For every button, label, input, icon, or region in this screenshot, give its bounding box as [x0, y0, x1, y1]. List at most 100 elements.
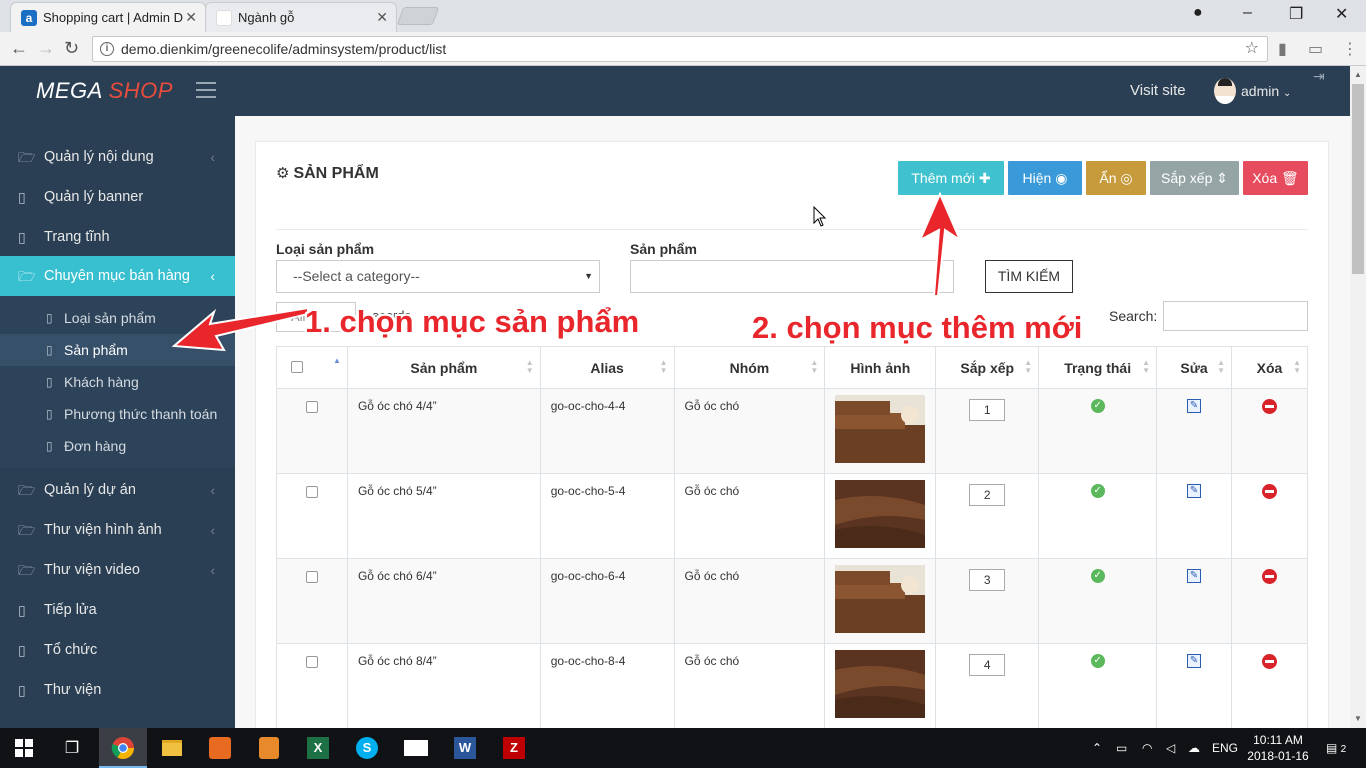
scroll-down-icon[interactable]: ▼: [1354, 714, 1362, 723]
menu-icon[interactable]: ⋮: [1342, 39, 1358, 59]
close-tab-icon[interactable]: ✕: [376, 9, 388, 26]
order-input[interactable]: 3: [969, 569, 1006, 591]
col-group[interactable]: Nhóm ▲ ▼: [673, 346, 826, 389]
close-window-icon[interactable]: ✕: [1335, 4, 1348, 24]
product-search-input[interactable]: [630, 260, 954, 293]
sidebar-item-projects[interactable]: 🗁 Quản lý dự án ‹: [0, 470, 235, 510]
restore-icon[interactable]: ❐: [1289, 4, 1303, 24]
delete-icon[interactable]: [1262, 484, 1277, 499]
sidebar-item-video[interactable]: 🗁 Thư viện video ‹: [0, 550, 235, 590]
sidebar-subitem-orders[interactable]: ▯ Đơn hàng: [0, 430, 235, 462]
scroll-up-icon[interactable]: ▲: [1354, 70, 1362, 79]
excel-taskbar-button[interactable]: X: [294, 728, 342, 768]
row-checkbox[interactable]: [305, 571, 318, 583]
sidebar-item-gallery[interactable]: 🗁 Thư viện hình ảnh ‹: [0, 510, 235, 550]
address-bar[interactable]: i demo.dienkim/greenecolife/adminsystem/…: [92, 36, 1268, 62]
info-icon[interactable]: i: [100, 42, 114, 56]
delete-icon[interactable]: [1262, 399, 1277, 414]
clock[interactable]: 10:11 AM 2018-01-16: [1244, 732, 1312, 764]
col-image[interactable]: Hình ảnh: [824, 346, 937, 389]
cloud-upload-icon[interactable]: ☁: [1188, 728, 1200, 768]
delete-icon[interactable]: [1262, 654, 1277, 669]
sidebar-item-content[interactable]: 🗁 Quản lý nội dung ‹: [0, 137, 235, 177]
show-button[interactable]: Hiện ◉: [1008, 161, 1082, 195]
sidebar-item-organization[interactable]: ▯ Tổ chức: [0, 630, 235, 670]
col-status[interactable]: Trạng thái ▲ ▼: [1038, 346, 1158, 389]
col-alias[interactable]: Alias ▲ ▼: [539, 346, 675, 389]
bookmark-star-icon[interactable]: ☆: [1245, 37, 1259, 61]
app-taskbar-button[interactable]: [196, 728, 244, 768]
col-delete[interactable]: Xóa ▲ ▼: [1231, 346, 1308, 389]
close-tab-icon[interactable]: ✕: [185, 9, 197, 26]
extension-icon[interactable]: ▮: [1278, 39, 1287, 59]
sidebar-item-fire[interactable]: ▯ Tiếp lửa: [0, 590, 235, 630]
edit-icon[interactable]: ✎: [1187, 399, 1202, 413]
scrollbar-thumb[interactable]: [1352, 84, 1364, 274]
search-button[interactable]: TÌM KIẾM: [985, 260, 1073, 293]
sidebar-subitem-customer[interactable]: ▯ Khách hàng: [0, 366, 235, 398]
menu-toggle-icon[interactable]: [196, 82, 216, 103]
product-thumbnail[interactable]: [835, 650, 926, 718]
explorer-taskbar-button[interactable]: [148, 728, 196, 768]
order-input[interactable]: 2: [969, 484, 1006, 506]
table-search-input[interactable]: [1163, 301, 1308, 331]
chrome-taskbar-button[interactable]: [99, 728, 147, 768]
back-icon[interactable]: ←: [10, 38, 28, 59]
status-active-icon[interactable]: ✓: [1090, 569, 1105, 583]
edit-icon[interactable]: ✎: [1187, 569, 1202, 583]
row-checkbox[interactable]: [305, 656, 318, 668]
status-active-icon[interactable]: ✓: [1090, 654, 1105, 668]
tab-shopping-cart[interactable]: a Shopping cart | Admin D ✕: [10, 2, 206, 32]
product-thumbnail[interactable]: [835, 395, 926, 463]
wifi-icon[interactable]: ◠: [1142, 728, 1152, 768]
sublime-taskbar-button[interactable]: [245, 728, 293, 768]
delete-icon[interactable]: [1262, 569, 1277, 584]
minimize-icon[interactable]: –: [1243, 4, 1252, 22]
sidebar-item-sales[interactable]: 🗁 Chuyên mục bán hàng ‹: [0, 256, 235, 296]
user-menu[interactable]: admin ⌄: [1241, 83, 1291, 99]
task-view-button[interactable]: ❐: [48, 728, 96, 768]
notification-icon[interactable]: ▤ 2: [1326, 728, 1346, 768]
sort-button[interactable]: Sắp xếp ⇕: [1150, 161, 1239, 195]
language-indicator[interactable]: ENG: [1212, 728, 1238, 768]
row-checkbox[interactable]: [305, 486, 318, 498]
skype-taskbar-button[interactable]: S: [343, 728, 391, 768]
tray-chevron-icon[interactable]: ⌃: [1092, 728, 1102, 768]
filezilla-taskbar-button[interactable]: Z: [490, 728, 538, 768]
product-thumbnail[interactable]: [835, 480, 926, 548]
hide-button[interactable]: Ẩn ◎: [1086, 161, 1146, 195]
volume-icon[interactable]: ◁: [1166, 728, 1175, 768]
order-input[interactable]: 4: [969, 654, 1006, 676]
delete-button[interactable]: Xóa 🗑: [1243, 161, 1308, 195]
new-tab-button[interactable]: [396, 7, 440, 25]
edit-icon[interactable]: ✎: [1187, 484, 1202, 498]
page-scrollbar[interactable]: ▲ ▼: [1350, 66, 1366, 728]
status-active-icon[interactable]: ✓: [1090, 484, 1105, 498]
product-thumbnail[interactable]: [835, 565, 926, 633]
status-active-icon[interactable]: ✓: [1090, 399, 1105, 413]
sidebar-subitem-payment[interactable]: ▯ Phương thức thanh toán: [0, 398, 235, 430]
sidebar-item-library[interactable]: ▯ Thư viện: [0, 670, 235, 710]
tab-nganh-go[interactable]: Ngành gỗ ✕: [205, 2, 397, 32]
reload-icon[interactable]: ↻: [64, 38, 79, 59]
start-button[interactable]: [0, 728, 48, 768]
col-order[interactable]: Sắp xếp ▲ ▼: [935, 346, 1040, 389]
avatar[interactable]: [1214, 78, 1236, 104]
profile-icon[interactable]: ●: [1193, 4, 1203, 22]
battery-icon[interactable]: ▭: [1116, 728, 1127, 768]
select-all-checkbox[interactable]: [291, 361, 303, 373]
cast-icon[interactable]: ▭: [1308, 39, 1323, 59]
visit-site-link[interactable]: Visit site: [1130, 82, 1186, 99]
order-input[interactable]: 1: [969, 399, 1006, 421]
edit-icon[interactable]: ✎: [1187, 654, 1202, 668]
add-new-button[interactable]: Thêm mới ✚: [898, 161, 1004, 195]
sidebar-item-static-pages[interactable]: ▯ Trang tĩnh: [0, 217, 235, 257]
category-select[interactable]: --Select a category-- ▼: [276, 260, 600, 293]
forward-icon[interactable]: →: [37, 38, 55, 59]
logo[interactable]: MEGA SHOP: [36, 78, 173, 104]
logout-icon[interactable]: ⇥: [1313, 68, 1325, 85]
col-product[interactable]: Sản phẩm ▲ ▼: [346, 346, 541, 389]
col-edit[interactable]: Sửa ▲ ▼: [1156, 346, 1232, 389]
row-checkbox[interactable]: [305, 401, 318, 413]
mail-taskbar-button[interactable]: [392, 728, 440, 768]
